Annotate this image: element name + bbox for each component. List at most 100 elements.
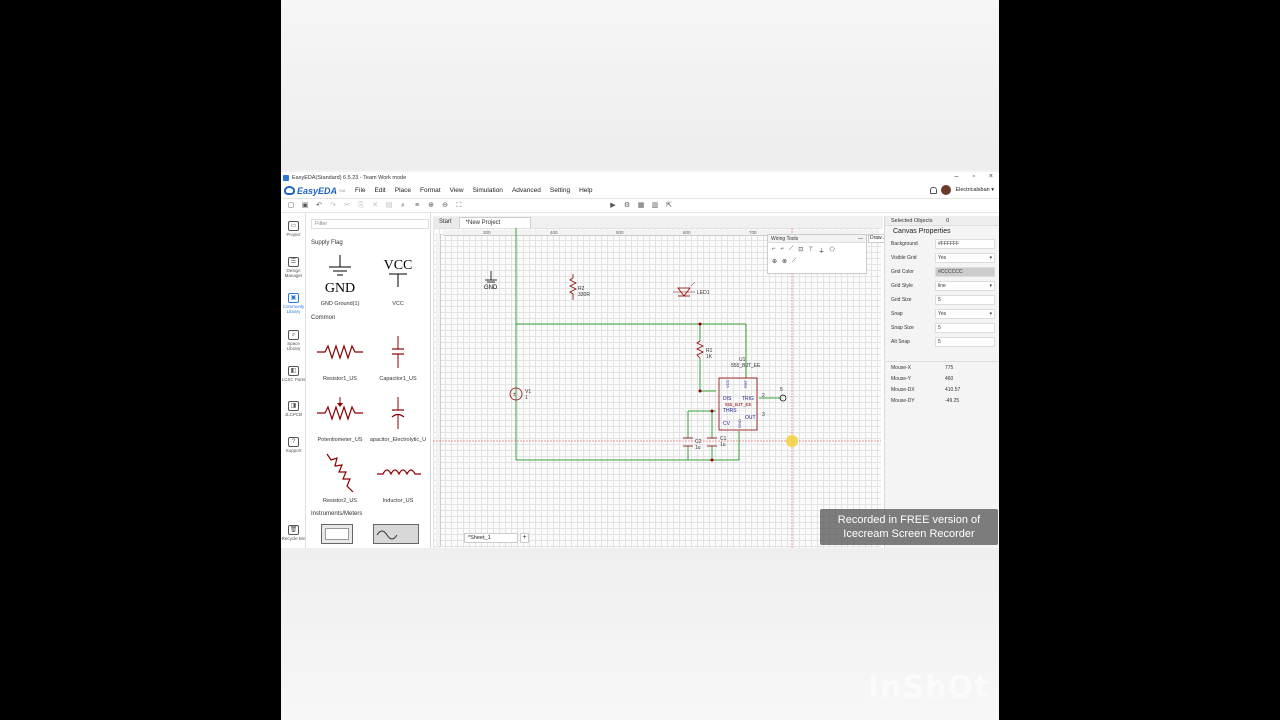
title-bar: EasyEDA(Standard) 6.5.23 - Team Work mod…: [281, 172, 999, 183]
menu-view[interactable]: View: [450, 187, 464, 194]
tab-start[interactable]: Start: [433, 217, 458, 228]
category-instruments[interactable]: Instruments/Meters: [311, 511, 362, 517]
menu-advanced[interactable]: Advanced: [512, 187, 541, 194]
tab-new-project[interactable]: *New Project: [458, 217, 531, 228]
undo-icon[interactable]: ↶: [315, 202, 323, 210]
chip-icon: ▣: [288, 293, 299, 303]
paste-icon[interactable]: ▤: [385, 202, 393, 210]
category-common[interactable]: Common: [311, 315, 335, 321]
oscilloscope-icon[interactable]: [373, 524, 419, 544]
easyeda-logo[interactable]: EasyEDA Std: [284, 186, 345, 196]
rail-design-manager[interactable]: ☰ Design Manager: [281, 257, 306, 278]
lib-item-label: Resistor2_US: [323, 498, 357, 504]
rail-recycle-bin[interactable]: 🗑 Recycle Bin: [281, 525, 306, 541]
user-name[interactable]: Electricalsban ▾: [955, 187, 994, 193]
snap-select[interactable]: Yes ▾: [935, 309, 995, 319]
recorder-watermark: Recorded in FREE version of Icecream Scr…: [820, 509, 998, 545]
filter-input[interactable]: Filter: [311, 219, 429, 229]
bus-icon[interactable]: ⌐: [781, 246, 785, 255]
run-icon[interactable]: ▶: [609, 202, 617, 210]
background-field[interactable]: #FFFFFF: [935, 239, 995, 249]
avatar[interactable]: [941, 185, 952, 195]
rail-jlcpcb[interactable]: ◨ JLCPCB: [281, 401, 306, 417]
cut-icon[interactable]: ✂: [343, 202, 351, 210]
sheet-tab[interactable]: *Sheet_1: [464, 533, 518, 543]
port-icon[interactable]: ⬠: [830, 246, 835, 255]
maximize-button[interactable]: ▫: [972, 173, 974, 180]
minimize-button[interactable]: –: [955, 173, 959, 180]
no-connect-icon[interactable]: ⊗: [782, 258, 787, 265]
lib-resistor1-us[interactable]: Resistor1_US: [311, 326, 369, 384]
category-supply-flag[interactable]: Supply Flag: [311, 240, 343, 246]
menu-file[interactable]: File: [355, 187, 365, 194]
inductor-symbol-icon: [377, 469, 421, 476]
help-icon: ?: [288, 437, 299, 447]
lib-capacitor-electrolytic[interactable]: apacitor_Electrolytic_U: [369, 387, 427, 445]
wire-icon[interactable]: ⌐: [772, 246, 776, 255]
net-label-icon[interactable]: ⊡: [798, 246, 803, 255]
rail-space-library[interactable]: ⌕ Space Library: [281, 330, 306, 351]
lib-vcc[interactable]: VCC VCC: [369, 251, 427, 309]
add-sheet-button[interactable]: +: [520, 533, 529, 543]
watermark-line-2: Icecream Screen Recorder: [843, 528, 975, 540]
wiring-tools-panel: Wiring Tools — ⌐ ⌐ ⟋ ⊡ ⊤ ⏚ ⬠ ⊕ ⊗ ⟋: [767, 234, 867, 274]
menu-edit[interactable]: Edit: [375, 187, 386, 194]
wiring-tools-header[interactable]: Wiring Tools —: [768, 235, 866, 243]
new-icon[interactable]: ▢: [287, 202, 295, 210]
share-icon[interactable]: ⇱: [665, 202, 673, 210]
lib-capacitor1-us[interactable]: Capacitor1_US: [369, 326, 427, 384]
lib-gnd[interactable]: GND GND Ground(1): [311, 251, 369, 309]
grid-color-field[interactable]: #CCCCCC: [935, 267, 995, 277]
lib-item-label: VCC: [392, 301, 404, 307]
netflag-icon[interactable]: ⊤: [808, 246, 813, 255]
grid-style-select[interactable]: line ▾: [935, 281, 995, 291]
export-icon[interactable]: ▥: [651, 202, 659, 210]
gnd-label: GND: [484, 285, 498, 291]
logo-edition: Std: [339, 188, 346, 193]
visible-grid-select[interactable]: Yes ▾: [935, 253, 995, 263]
close-button[interactable]: ×: [989, 173, 993, 180]
grid-size-field[interactable]: 5: [935, 295, 995, 305]
alt-snap-field[interactable]: 5: [935, 337, 995, 347]
menu-format[interactable]: Format: [420, 187, 441, 194]
rail-support[interactable]: ? Support: [281, 437, 306, 453]
mouse-y-value: 460: [945, 376, 954, 382]
lib-potentiometer-us[interactable]: Potentiometer_US: [311, 387, 369, 445]
ground-icon[interactable]: ⏚: [819, 246, 825, 255]
rail-project[interactable]: ▭ Project: [281, 221, 306, 237]
schematic-drawing[interactable]: GND R2 330R LED1 R1 1K ± V1 1 U1 555_BJT…: [433, 228, 881, 548]
copy-icon[interactable]: ⎘: [357, 202, 365, 210]
lib-inductor-us[interactable]: Inductor_US: [369, 448, 427, 506]
menu-place[interactable]: Place: [395, 187, 411, 194]
pin-icon[interactable]: ⟋: [792, 258, 796, 265]
settings-icon[interactable]: ⚙: [623, 202, 631, 210]
redo-icon[interactable]: ↷: [329, 202, 337, 210]
menu-bar: EasyEDA Std File Edit Place Format View …: [281, 183, 999, 199]
find-icon[interactable]: ⌕: [399, 202, 407, 210]
resistor-diagonal-icon: [326, 453, 354, 493]
rail-lcsc-parts[interactable]: ◧ LCSC Parts: [281, 366, 306, 382]
menu-help[interactable]: Help: [579, 187, 592, 194]
junction-dot: [698, 389, 702, 393]
zoom-out-icon[interactable]: ⊖: [441, 202, 449, 210]
rail-commonly-library[interactable]: ▣ Commonly Library: [281, 293, 306, 314]
fit-icon[interactable]: ⛶: [455, 202, 463, 210]
netlist-icon[interactable]: ▦: [637, 202, 645, 210]
mouse-dy-label: Mouse-DY: [891, 398, 915, 404]
menu-simulation[interactable]: Simulation: [473, 187, 503, 194]
delete-icon[interactable]: ✕: [371, 202, 379, 210]
snap-size-field[interactable]: 5: [935, 323, 995, 333]
bus-entry-icon[interactable]: ⟋: [789, 246, 793, 255]
save-icon[interactable]: ▣: [301, 202, 309, 210]
meter-icon[interactable]: [321, 524, 353, 544]
wiring-tools-collapse[interactable]: —: [858, 235, 863, 243]
gnd-part: GND: [484, 271, 498, 291]
menu-setting[interactable]: Setting: [550, 187, 570, 194]
user-area: Electricalsban ▾: [930, 185, 994, 195]
align-icon[interactable]: ≡: [413, 202, 421, 210]
voltage-probe-icon[interactable]: ⊕: [772, 258, 777, 265]
bell-icon[interactable]: [930, 186, 938, 194]
zoom-in-icon[interactable]: ⊕: [427, 202, 435, 210]
lib-resistor2-us[interactable]: Resistor2_US: [311, 448, 369, 506]
u1-555-part: U1 555_BJT_EE DIS THRS CV TRIG OUT 555_B…: [718, 357, 787, 431]
